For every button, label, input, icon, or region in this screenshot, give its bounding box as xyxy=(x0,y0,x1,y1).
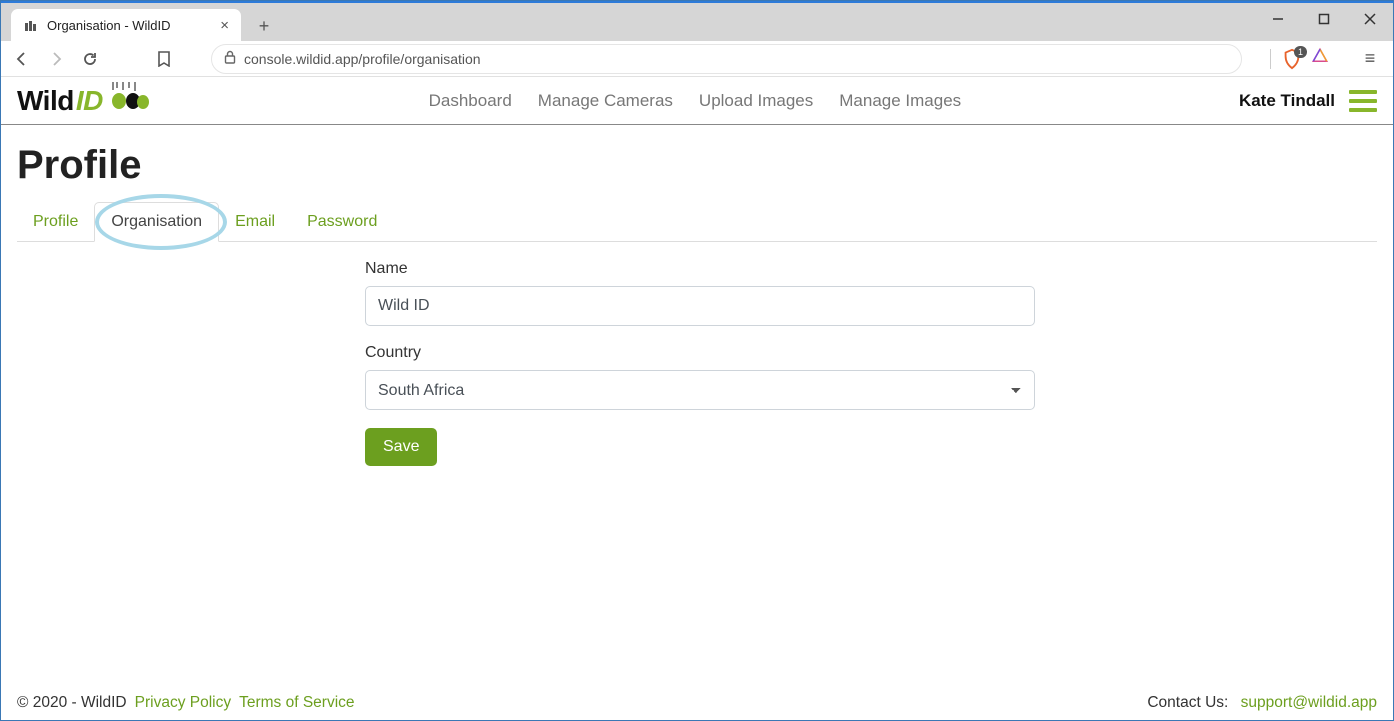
brave-rewards-icon[interactable] xyxy=(1311,47,1329,70)
tab-title: Organisation - WildID xyxy=(47,18,212,33)
tab-email[interactable]: Email xyxy=(219,203,291,241)
app-logo[interactable]: WildID xyxy=(17,82,151,119)
nav-back-icon[interactable] xyxy=(11,48,33,70)
tab-profile[interactable]: Profile xyxy=(17,203,94,241)
browser-toolbar: 1 ≡ xyxy=(1,41,1393,77)
page-footer: © 2020 - WildID Privacy Policy Terms of … xyxy=(1,686,1393,720)
new-tab-button[interactable]: + xyxy=(249,11,279,41)
footer-copyright: © 2020 - WildID xyxy=(17,694,127,712)
nav-manage-cameras[interactable]: Manage Cameras xyxy=(538,91,673,111)
main-nav: Dashboard Manage Cameras Upload Images M… xyxy=(429,91,962,111)
tab-password[interactable]: Password xyxy=(291,203,393,241)
browser-menu-icon[interactable]: ≡ xyxy=(1357,48,1383,69)
save-button[interactable]: Save xyxy=(365,428,437,466)
country-select[interactable]: South Africa xyxy=(365,370,1035,410)
user-name[interactable]: Kate Tindall xyxy=(1239,91,1335,111)
page-title: Profile xyxy=(17,143,1377,188)
lock-icon xyxy=(224,50,236,67)
logo-text-wild: Wild xyxy=(17,85,74,117)
window-maximize-icon[interactable] xyxy=(1301,3,1347,35)
address-bar[interactable] xyxy=(211,44,1242,74)
nav-forward-icon xyxy=(45,48,67,70)
footer-terms-link[interactable]: Terms of Service xyxy=(239,694,354,712)
footer-contact-label: Contact Us: xyxy=(1147,694,1232,711)
organisation-form: Name Country South Africa Save xyxy=(365,260,1035,466)
hamburger-menu-icon[interactable] xyxy=(1349,90,1377,112)
tab-close-icon[interactable]: × xyxy=(220,17,229,34)
window-minimize-icon[interactable] xyxy=(1255,3,1301,35)
browser-tab[interactable]: Organisation - WildID × xyxy=(11,9,241,41)
footer-privacy-link[interactable]: Privacy Policy xyxy=(135,694,231,712)
logo-animals-icon xyxy=(109,82,151,119)
nav-reload-icon[interactable] xyxy=(79,48,101,70)
profile-tabs: Profile Organisation Email Password xyxy=(17,202,1377,242)
logo-text-id: ID xyxy=(76,85,103,117)
app-header: WildID Dashboard Manage Ca xyxy=(1,77,1393,125)
nav-manage-images[interactable]: Manage Images xyxy=(839,91,961,111)
url-input[interactable] xyxy=(244,51,1229,67)
country-label: Country xyxy=(365,344,1035,362)
browser-titlebar: Organisation - WildID × + xyxy=(1,1,1393,41)
brave-shield-icon[interactable]: 1 xyxy=(1281,48,1303,70)
bookmark-icon[interactable] xyxy=(153,48,175,70)
footer-contact-email[interactable]: support@wildid.app xyxy=(1241,694,1377,711)
shield-badge: 1 xyxy=(1294,46,1307,58)
tab-organisation[interactable]: Organisation xyxy=(94,202,219,242)
window-close-icon[interactable] xyxy=(1347,3,1393,35)
name-input[interactable] xyxy=(365,286,1035,326)
nav-dashboard[interactable]: Dashboard xyxy=(429,91,512,111)
nav-upload-images[interactable]: Upload Images xyxy=(699,91,813,111)
toolbar-separator xyxy=(1270,49,1271,69)
name-label: Name xyxy=(365,260,1035,278)
tab-favicon-icon xyxy=(23,17,39,33)
